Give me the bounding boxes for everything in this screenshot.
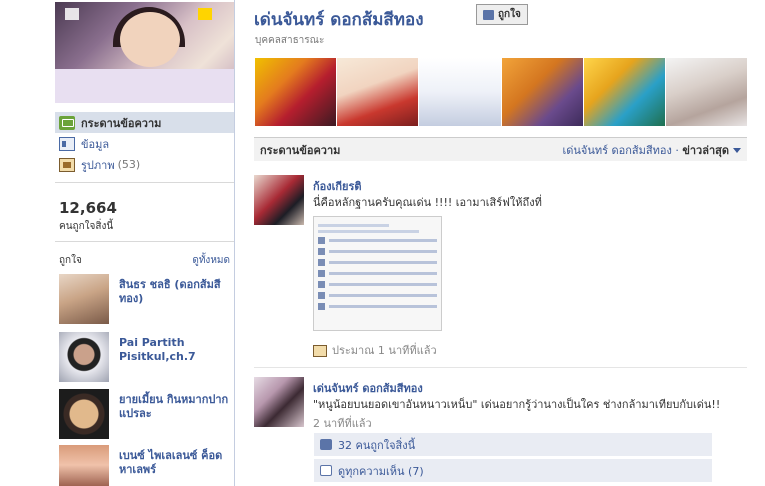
wall-icon xyxy=(59,115,75,130)
attachment-row xyxy=(318,292,437,299)
channel-logo-icon xyxy=(198,8,212,20)
strip-photo[interactable] xyxy=(255,58,337,126)
attachment-row-bar xyxy=(329,283,437,286)
strip-photo[interactable] xyxy=(583,58,665,126)
tv-logo-icon xyxy=(65,8,79,20)
strip-photo[interactable] xyxy=(665,58,748,126)
post-author-avatar[interactable] xyxy=(254,377,304,427)
photo-attachment-icon xyxy=(313,345,327,357)
attachment-row xyxy=(318,248,437,255)
info-icon xyxy=(59,136,75,151)
wall-post: ก้องเกียรติ นี่คือหลักฐานครับคุณเด่น !!!… xyxy=(254,175,747,360)
likes-section-title: ถูกใจ xyxy=(59,255,82,266)
attachment-row-bar xyxy=(329,250,437,253)
like-thumb-icon xyxy=(483,9,494,20)
nav-item-label: รูปภาพ xyxy=(81,158,115,172)
nav-item-info[interactable]: ข้อมูล xyxy=(55,133,234,154)
attachment-row xyxy=(318,237,437,244)
attachment-line xyxy=(318,224,390,227)
likes-header: ถูกใจ ดูทั้งหมด xyxy=(59,253,230,268)
strip-photo[interactable] xyxy=(419,58,501,126)
like-page-button[interactable]: ถูกใจ xyxy=(476,4,528,25)
divider xyxy=(55,241,234,242)
fan-item[interactable]: เบนซ์ ไพเลเลนซ์ ค็อด หาเลพร์ xyxy=(59,445,230,486)
attachment-row xyxy=(318,270,437,277)
photo-strip xyxy=(255,58,748,126)
post-timestamp[interactable]: 2 นาทีที่แล้ว xyxy=(313,414,372,432)
wall-header: กระดานข้อความ เด่นจันทร์ ดอกส้มสีทอง · ข… xyxy=(254,137,747,161)
see-all-link[interactable]: ดูทั้งหมด xyxy=(192,253,230,268)
fan-name[interactable]: Pai Partith Pisitkul,ch.7 xyxy=(119,332,230,384)
left-nav: กระดานข้อความ ข้อมูล รูปภาพ (53) xyxy=(55,112,234,175)
wall-title: กระดานข้อความ xyxy=(260,143,341,157)
wall-filter-value: ข่าวล่าสุด xyxy=(682,143,729,157)
fan-item[interactable]: Pai Partith Pisitkul,ch.7 xyxy=(59,332,230,384)
attachment-row-bar xyxy=(329,261,437,264)
likes-label: คนถูกใจสิ่งนี้ xyxy=(59,221,114,232)
attachment-row-bar xyxy=(329,272,437,275)
likes-count: 12,664 xyxy=(59,199,117,217)
post-likes-row[interactable]: 32 คนถูกใจสิ่งนี้ xyxy=(314,433,712,457)
attachment-row-icon xyxy=(318,248,325,255)
comment-icon xyxy=(320,465,332,476)
fan-name[interactable]: สินธร ชลธิ (ดอกส้มสีทอง) xyxy=(119,274,230,326)
attachment-row-icon xyxy=(318,237,325,244)
attachment-row xyxy=(318,303,437,310)
attachment-line xyxy=(318,230,420,233)
post-comments-row[interactable]: ดูทุกความเห็น (7) xyxy=(314,459,712,483)
profile-picture-pillow xyxy=(55,69,234,103)
attachment-row xyxy=(318,281,437,288)
attachment-row-bar xyxy=(329,305,437,308)
fan-name[interactable]: เบนซ์ ไพเลเลนซ์ ค็อด หาเลพร์ xyxy=(119,445,230,486)
attachment-row-bar xyxy=(329,294,437,297)
chevron-down-icon xyxy=(733,148,741,153)
like-thumb-icon xyxy=(320,439,332,450)
post-comments-text[interactable]: ดูทุกความเห็น (7) xyxy=(338,462,424,480)
attachment-row-icon xyxy=(318,270,325,277)
post-message: "หนูน้อยบนยอดเขาอันหนาวเหน็บ" เด่นอยากรู… xyxy=(313,398,721,411)
column-divider xyxy=(234,0,235,486)
attachment-row-icon xyxy=(318,303,325,310)
strip-photo[interactable] xyxy=(501,58,583,126)
wall-filter-separator: · xyxy=(671,143,683,157)
wall-post: เด่นจันทร์ ดอกส้มสีทอง "หนูน้อยบนยอดเขาอ… xyxy=(254,377,747,432)
attachment-row-icon xyxy=(318,281,325,288)
post-message: นี่คือหลักฐานครับคุณเด่น !!!! เอามาเสิร์… xyxy=(313,196,542,209)
fan-item[interactable]: ยายเมี้ยน กินหมากปากแปรละ xyxy=(59,389,230,441)
page-category: บุคคลสาธารณะ xyxy=(255,35,325,46)
nav-item-label: ข้อมูล xyxy=(81,137,110,151)
fan-avatar[interactable] xyxy=(59,274,109,324)
divider xyxy=(55,182,234,183)
fan-name[interactable]: ยายเมี้ยน กินหมากปากแปรละ xyxy=(119,389,230,441)
post-attachment[interactable] xyxy=(313,216,442,331)
wall-filter-name: เด่นจันทร์ ดอกส้มสีทอง xyxy=(562,143,672,157)
post-separator xyxy=(254,367,747,368)
attachment-row xyxy=(318,259,437,266)
photos-icon xyxy=(59,157,75,172)
nav-item-count: (53) xyxy=(117,158,141,171)
attachment-row-icon xyxy=(318,259,325,266)
strip-photo[interactable] xyxy=(337,58,419,126)
post-timestamp[interactable]: ประมาณ 1 นาทีที่แล้ว xyxy=(313,341,437,359)
nav-item-photos[interactable]: รูปภาพ (53) xyxy=(55,154,234,175)
fan-item[interactable]: สินธร ชลธิ (ดอกส้มสีทอง) xyxy=(59,274,230,326)
post-likes-text[interactable]: 32 คนถูกใจสิ่งนี้ xyxy=(338,436,415,454)
post-author-avatar[interactable] xyxy=(254,175,304,225)
fan-avatar[interactable] xyxy=(59,445,109,486)
attachment-row-bar xyxy=(329,239,437,242)
like-button-label: ถูกใจ xyxy=(498,9,521,20)
attachment-row-icon xyxy=(318,292,325,299)
nav-item-label: กระดานข้อความ xyxy=(81,116,162,130)
wall-filter[interactable]: เด่นจันทร์ ดอกส้มสีทอง · ข่าวล่าสุด xyxy=(562,141,741,159)
post-timestamp-text: ประมาณ 1 นาทีที่แล้ว xyxy=(332,344,437,357)
profile-picture-face xyxy=(120,12,180,67)
fan-avatar[interactable] xyxy=(59,332,109,382)
fan-avatar[interactable] xyxy=(59,389,109,439)
nav-item-wall[interactable]: กระดานข้อความ xyxy=(55,112,234,133)
profile-picture[interactable] xyxy=(55,2,234,103)
page-title[interactable]: เด่นจันทร์ ดอกส้มสีทอง xyxy=(254,6,424,33)
